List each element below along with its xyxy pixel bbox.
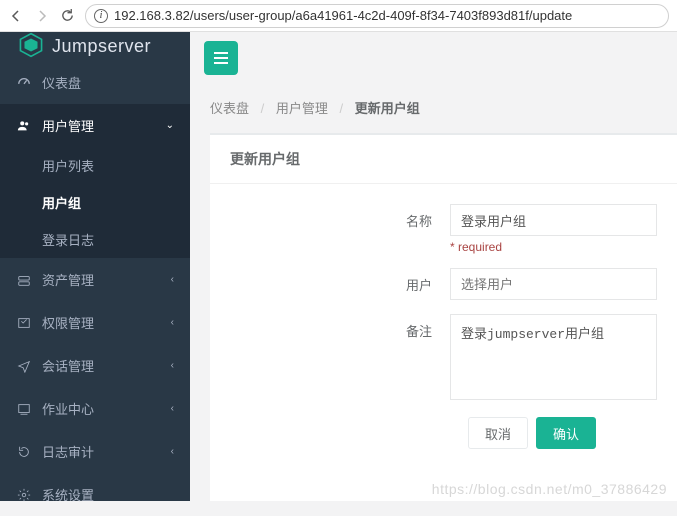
required-hint: * required [450,240,657,254]
back-button[interactable] [8,8,24,24]
sidebar-item-label: 用户列表 [42,159,94,174]
chevron-left-icon: ‹ [171,446,174,457]
sidebar-submenu-users: 用户列表 用户组 登录日志 [0,147,190,258]
name-label: 名称 [230,204,450,254]
chevron-down-icon: ⌄ [166,120,174,131]
sidebar-item-sessions[interactable]: 会话管理 ‹ [0,344,190,387]
sidebar: Jumpserver 仪表盘 用户管理 ⌄ 用户列表 用户组 登录日志 资产管理… [0,32,190,501]
comment-textarea[interactable] [450,314,657,400]
name-input[interactable] [450,204,657,236]
sidebar-item-label: 仪表盘 [42,73,81,92]
chevron-left-icon: ‹ [171,360,174,371]
brand-logo-icon [18,32,44,61]
sidebar-subitem-usergroup[interactable]: 用户组 [0,184,190,221]
sidebar-item-users[interactable]: 用户管理 ⌄ [0,104,190,147]
sidebar-subitem-userlist[interactable]: 用户列表 [0,147,190,184]
topbar [190,32,677,84]
main: 仪表盘 / 用户管理 / 更新用户组 更新用户组 名称 * required 用… [190,32,677,501]
breadcrumb: 仪表盘 / 用户管理 / 更新用户组 [190,84,677,133]
perm-icon [16,316,32,330]
breadcrumb-sep: / [261,101,265,116]
sidebar-item-label: 用户管理 [42,116,94,135]
audit-icon [16,445,32,459]
url-text: 192.168.3.82/users/user-group/a6a41961-4… [114,8,572,23]
forward-button[interactable] [34,8,50,24]
job-icon [16,402,32,416]
sidebar-item-assets[interactable]: 资产管理 ‹ [0,258,190,301]
user-select[interactable] [450,268,657,300]
breadcrumb-item[interactable]: 仪表盘 [210,101,249,116]
sidebar-item-label: 会话管理 [42,356,94,375]
session-icon [16,359,32,373]
info-icon: i [94,9,108,23]
sidebar-item-label: 权限管理 [42,313,94,332]
user-label: 用户 [230,268,450,300]
hamburger-icon [213,51,229,65]
dashboard-icon [16,76,32,90]
sidebar-item-label: 用户组 [42,196,81,211]
sidebar-item-label: 作业中心 [42,399,94,418]
chevron-left-icon: ‹ [171,274,174,285]
sidebar-item-label: 登录日志 [42,233,94,248]
breadcrumb-sep: / [340,101,344,116]
breadcrumb-item[interactable]: 用户管理 [276,101,328,116]
sidebar-item-perms[interactable]: 权限管理 ‹ [0,301,190,344]
form: 名称 * required 用户 备注 [210,184,677,459]
sidebar-subitem-loginlog[interactable]: 登录日志 [0,221,190,258]
asset-icon [16,273,32,287]
sidebar-item-audit[interactable]: 日志审计 ‹ [0,430,190,473]
sidebar-item-label: 日志审计 [42,442,94,461]
comment-label: 备注 [230,314,450,403]
settings-icon [16,488,32,502]
submit-button[interactable]: 确认 [536,417,596,449]
reload-button[interactable] [60,8,75,23]
chevron-left-icon: ‹ [171,403,174,414]
users-icon [16,119,32,133]
panel: 更新用户组 名称 * required 用户 备注 [210,133,677,501]
url-bar[interactable]: i 192.168.3.82/users/user-group/a6a41961… [85,4,669,28]
chevron-left-icon: ‹ [171,317,174,328]
brand-name: Jumpserver [52,36,151,57]
cancel-button[interactable]: 取消 [468,417,528,449]
sidebar-item-settings[interactable]: 系统设置 [0,473,190,516]
brand[interactable]: Jumpserver [0,32,190,61]
sidebar-item-label: 系统设置 [42,485,94,504]
panel-title: 更新用户组 [210,135,677,184]
browser-bar: i 192.168.3.82/users/user-group/a6a41961… [0,0,677,32]
breadcrumb-current: 更新用户组 [355,101,420,116]
sidebar-item-jobs[interactable]: 作业中心 ‹ [0,387,190,430]
toggle-sidebar-button[interactable] [204,41,238,75]
sidebar-item-dashboard[interactable]: 仪表盘 [0,61,190,104]
sidebar-item-label: 资产管理 [42,270,94,289]
